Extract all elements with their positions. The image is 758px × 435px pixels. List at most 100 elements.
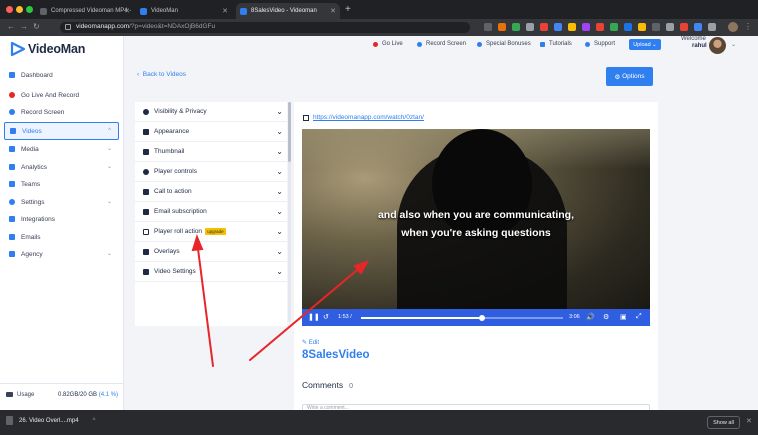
scrollbar-thumb[interactable] bbox=[288, 102, 291, 162]
pause-icon[interactable]: ❚❚ bbox=[308, 313, 320, 321]
browser-menu-icon[interactable]: ⋮ bbox=[744, 22, 752, 31]
accordion-thumbnail[interactable]: Thumbnail ⌄ bbox=[135, 142, 287, 162]
sidebar-item-media[interactable]: Media ⌄ bbox=[4, 141, 119, 157]
accordion-player-controls[interactable]: Player controls ⌄ bbox=[135, 162, 287, 182]
upload-button[interactable]: Upload ⌄ bbox=[629, 39, 661, 50]
extension-icon[interactable] bbox=[624, 23, 632, 31]
extension-icon[interactable] bbox=[526, 23, 534, 31]
chevron-down-icon: ⌄ bbox=[276, 247, 283, 256]
volume-icon[interactable]: 🔊 bbox=[586, 313, 595, 321]
accordion-email-subscription[interactable]: Email subscription ⌄ bbox=[135, 202, 287, 222]
chevron-down-icon: ⌄ bbox=[106, 164, 112, 170]
extension-icon[interactable] bbox=[568, 23, 576, 31]
chevron-down-icon: ⌄ bbox=[276, 207, 283, 216]
extension-icon[interactable] bbox=[582, 23, 590, 31]
gear-icon[interactable]: ⚙ bbox=[603, 313, 609, 321]
file-icon bbox=[6, 416, 13, 425]
user-avatar[interactable] bbox=[709, 37, 726, 54]
topnav-record-screen[interactable]: Record Screen bbox=[417, 41, 466, 47]
close-tab-icon[interactable]: ✕ bbox=[330, 7, 336, 15]
chevron-down-icon: ⌄ bbox=[276, 167, 283, 176]
sidebar-item-dashboard[interactable]: Dashboard bbox=[4, 67, 119, 83]
browser-tab-2[interactable]: VideoMan ✕ bbox=[136, 3, 232, 19]
browser-tab-strip: Compressed Videoman MP4 - ✕ VideoMan ✕ 8… bbox=[0, 0, 758, 19]
extension-icon[interactable] bbox=[596, 23, 604, 31]
bookmark-star-icon[interactable] bbox=[484, 23, 492, 31]
close-tab-icon[interactable]: ✕ bbox=[124, 7, 130, 15]
back-to-videos-link[interactable]: ‹ Back to Videos bbox=[137, 71, 186, 78]
topnav-tutorials[interactable]: Tutorials bbox=[540, 41, 572, 47]
settings-scrollbar[interactable] bbox=[288, 102, 291, 322]
sidebar-item-videos[interactable]: Videos ^ bbox=[4, 122, 119, 140]
agency-icon bbox=[9, 251, 15, 257]
accordion-video-settings[interactable]: Video Settings ⌄ bbox=[135, 262, 287, 282]
comments-heading: Comments 0 bbox=[302, 380, 353, 390]
accordion-visibility-privacy[interactable]: Visibility & Privacy ⌄ bbox=[135, 102, 287, 122]
extension-icon[interactable] bbox=[680, 23, 688, 31]
progress-knob[interactable] bbox=[479, 315, 486, 321]
video-player[interactable]: and also when you are communicating, whe… bbox=[302, 129, 650, 326]
accordion-appearance[interactable]: Appearance ⌄ bbox=[135, 122, 287, 142]
browser-tab-1[interactable]: Compressed Videoman MP4 - ✕ bbox=[36, 3, 134, 19]
extension-icon[interactable] bbox=[554, 23, 562, 31]
accordion-call-to-action[interactable]: Call to action ⌄ bbox=[135, 182, 287, 202]
eye-icon bbox=[143, 108, 149, 115]
external-link-icon bbox=[303, 114, 309, 121]
support-icon bbox=[585, 41, 590, 47]
video-progress-bar[interactable] bbox=[361, 315, 563, 321]
options-button[interactable]: ⚙ Options bbox=[606, 67, 653, 86]
accordion-overlays[interactable]: Overlays ⌄ bbox=[135, 242, 287, 262]
address-bar[interactable]: videomanapp.com/?p=video&t=NDAxOjB6dGFu bbox=[60, 22, 470, 33]
edit-title-link[interactable]: ✎ Edit bbox=[302, 339, 319, 346]
extension-icon[interactable] bbox=[666, 23, 674, 31]
close-window-button[interactable] bbox=[6, 6, 13, 13]
close-tab-icon[interactable]: ✕ bbox=[222, 7, 228, 15]
sidebar-item-integrations[interactable]: Integrations bbox=[4, 211, 119, 227]
close-icon[interactable]: ✕ bbox=[746, 417, 752, 425]
new-tab-icon[interactable]: + bbox=[345, 4, 351, 15]
topnav-special-bonuses[interactable]: Special Bonuses bbox=[477, 41, 531, 47]
video-settings-accordion: Visibility & Privacy ⌄ Appearance ⌄ Thum… bbox=[135, 102, 287, 326]
tab-title: Compressed Videoman MP4 - bbox=[51, 8, 132, 14]
fullscreen-icon[interactable]: ⤢ bbox=[636, 313, 642, 321]
logo-text: VideoMan bbox=[28, 42, 86, 56]
forward-arrow-icon[interactable]: → bbox=[20, 22, 28, 31]
sidebar-item-analytics[interactable]: Analytics ⌄ bbox=[4, 159, 119, 175]
extension-icon[interactable] bbox=[610, 23, 618, 31]
extension-icon[interactable] bbox=[638, 23, 646, 31]
chevron-up-icon[interactable]: ^ bbox=[93, 418, 96, 424]
sidebar-item-agency[interactable]: Agency ⌄ bbox=[4, 246, 119, 262]
topnav-support[interactable]: Support bbox=[585, 41, 615, 47]
picture-in-picture-icon[interactable]: ▣ bbox=[620, 313, 627, 321]
tutorials-icon bbox=[540, 41, 545, 47]
browser-tab-3-active[interactable]: 8SalesVideo - Videoman ✕ bbox=[236, 3, 340, 19]
back-arrow-icon[interactable]: ← bbox=[7, 22, 15, 31]
download-item[interactable]: 26. Video Overl....mp4 ^ bbox=[6, 416, 95, 425]
watch-url-link[interactable]: https://videomanapp.com/watch/0ztan/ bbox=[303, 114, 424, 121]
extension-icon[interactable] bbox=[540, 23, 548, 31]
download-filename: 26. Video Overl....mp4 bbox=[19, 417, 79, 424]
videoman-logo[interactable]: VideoMan bbox=[10, 41, 85, 57]
rss-extension-icon[interactable] bbox=[498, 23, 506, 31]
sidebar-item-emails[interactable]: Emails bbox=[4, 229, 119, 245]
welcome-label: Welcome bbox=[681, 36, 706, 42]
sidebar-item-settings[interactable]: Settings ⌄ bbox=[4, 194, 119, 210]
reload-icon[interactable]: ↻ bbox=[33, 22, 40, 31]
rewind-icon[interactable]: ↺ bbox=[323, 313, 329, 321]
extension-icon[interactable] bbox=[512, 23, 520, 31]
sidebar-item-teams[interactable]: Teams bbox=[4, 176, 119, 192]
video-caption-line-1: and also when you are communicating, bbox=[377, 209, 575, 221]
chevron-down-icon[interactable]: ⌄ bbox=[731, 41, 736, 48]
show-all-button[interactable]: Show all bbox=[707, 416, 740, 429]
browser-profile-avatar[interactable] bbox=[728, 22, 738, 32]
sidebar-item-record-screen[interactable]: Record Screen bbox=[4, 104, 119, 120]
accordion-player-roll-action[interactable]: Player roll action upgrade ⌄ bbox=[135, 222, 287, 242]
sidebar-item-go-live[interactable]: Go Live And Record bbox=[4, 87, 119, 103]
extension-icon[interactable] bbox=[652, 23, 660, 31]
topnav-go-live[interactable]: Go Live bbox=[373, 41, 403, 47]
puzzle-extensions-icon[interactable] bbox=[708, 23, 716, 31]
extension-icon[interactable] bbox=[694, 23, 702, 31]
welcome-text: Welcome rahul bbox=[681, 36, 707, 50]
maximize-window-button[interactable] bbox=[26, 6, 33, 13]
minimize-window-button[interactable] bbox=[16, 6, 23, 13]
